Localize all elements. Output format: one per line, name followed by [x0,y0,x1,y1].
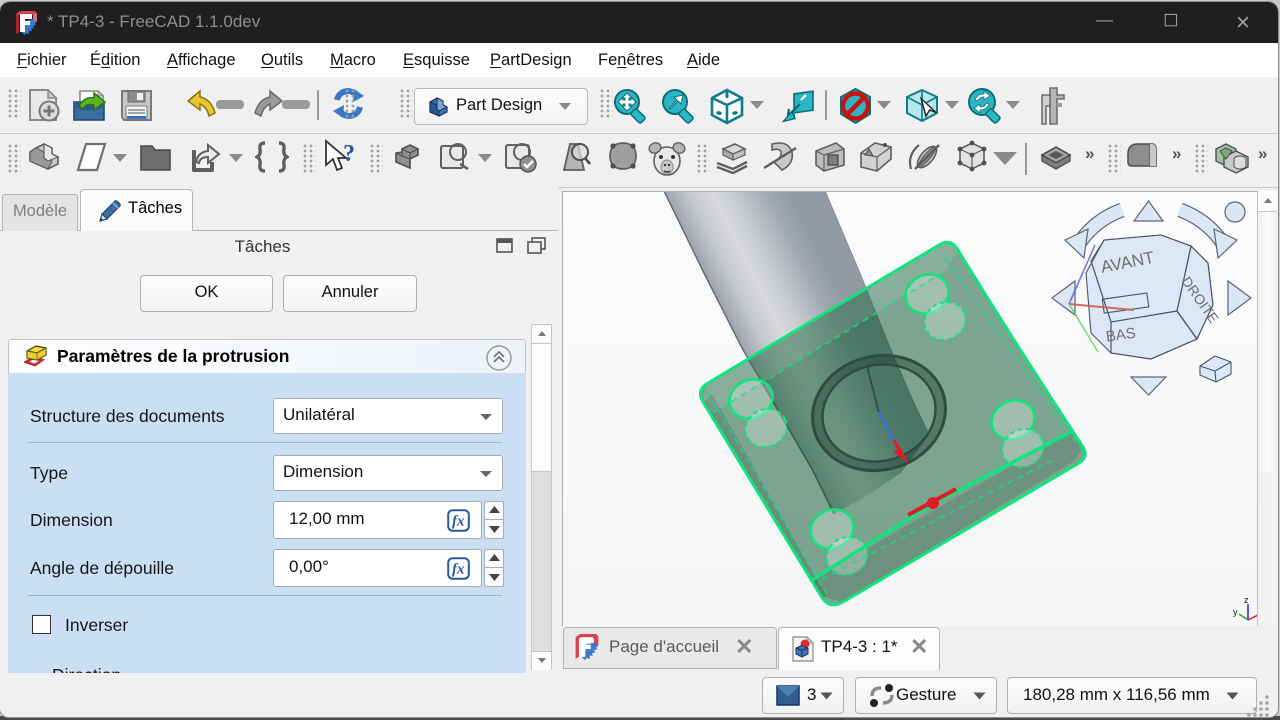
svg-text:z: z [1244,595,1249,605]
svg-text:fx: fx [452,562,465,578]
svg-text:fx: fx [452,514,465,530]
svg-text:?: ? [343,141,355,167]
svg-text:y: y [1233,607,1238,617]
